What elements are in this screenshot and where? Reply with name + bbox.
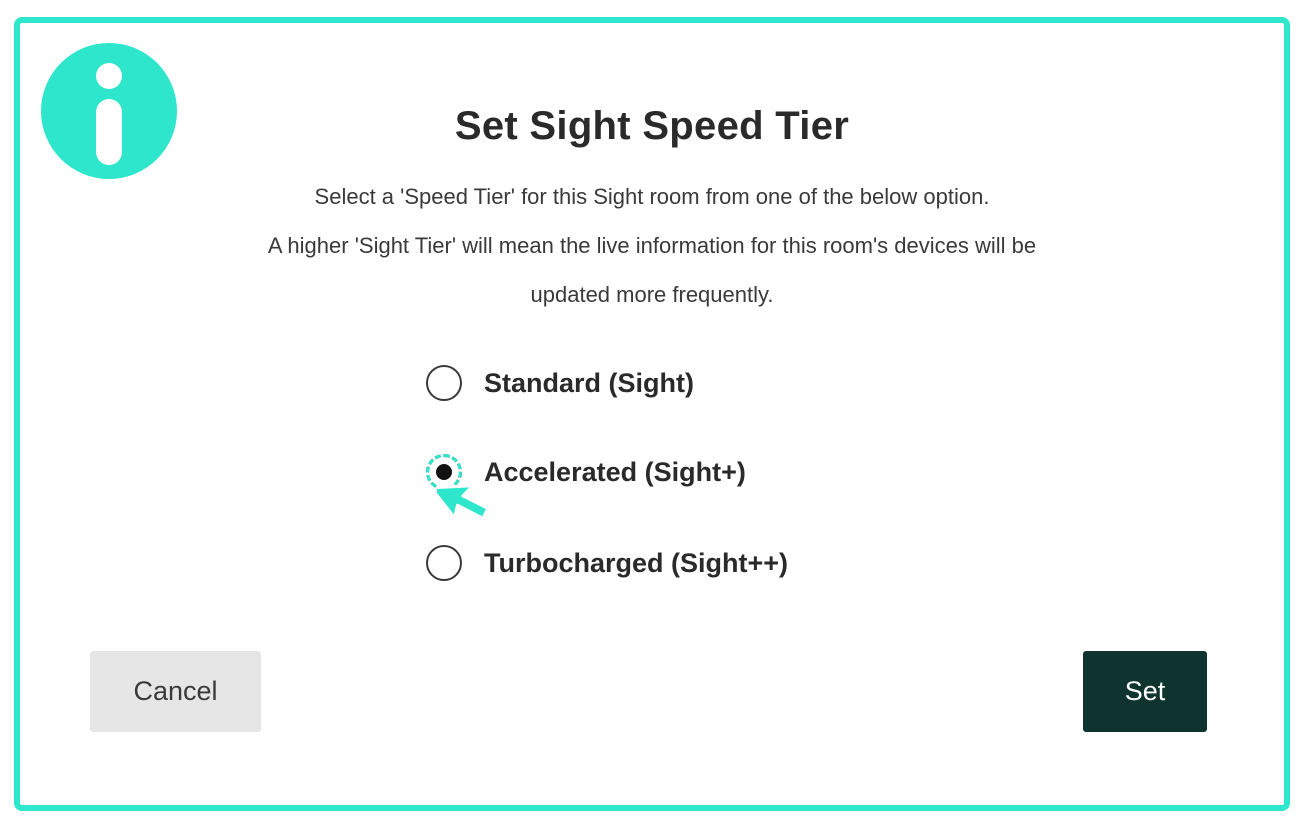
dialog-title: Set Sight Speed Tier: [454, 104, 850, 148]
radio-label-accelerated[interactable]: Accelerated (Sight+): [484, 457, 746, 488]
radio-label-standard[interactable]: Standard (Sight): [484, 368, 694, 399]
description-line-3: updated more frequently.: [530, 282, 774, 307]
set-button[interactable]: Set: [1083, 651, 1207, 732]
radio-button-standard[interactable]: [426, 365, 462, 401]
cancel-button[interactable]: Cancel: [90, 651, 261, 732]
description-line-2: A higher 'Sight Tier' will mean the live…: [267, 233, 1037, 258]
description-line-1: Select a 'Speed Tier' for this Sight roo…: [314, 184, 990, 209]
radio-option-standard[interactable]: Standard (Sight): [426, 362, 694, 404]
radio-button-turbocharged[interactable]: [426, 545, 462, 581]
radio-option-turbocharged[interactable]: Turbocharged (Sight++): [426, 542, 788, 584]
info-icon-dot: [96, 63, 122, 89]
radio-label-turbocharged[interactable]: Turbocharged (Sight++): [484, 548, 788, 579]
cursor-arrow-icon: [437, 484, 490, 520]
